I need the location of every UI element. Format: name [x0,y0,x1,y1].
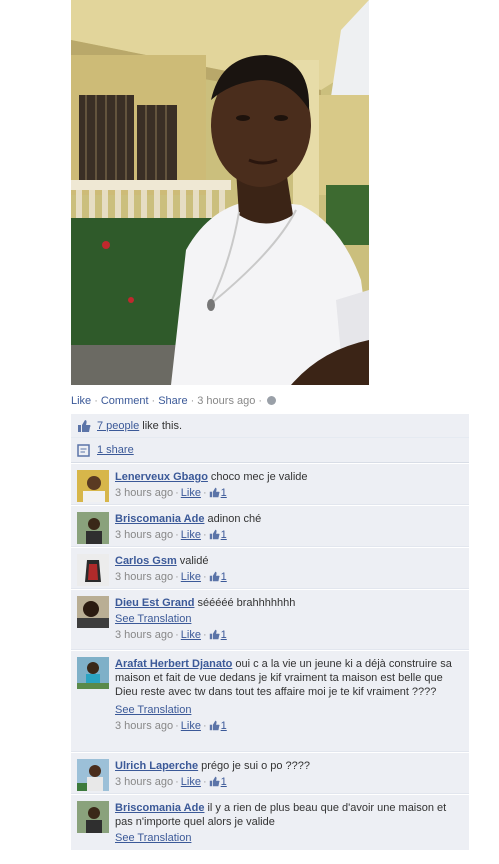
comment-time[interactable]: 3 hours ago [115,487,173,499]
comment-like-count[interactable]: 1 [221,487,227,499]
comment-item: Arafat Herbert Djanato oui c a la vie un … [71,650,469,752]
separator: · [94,395,98,407]
thumbs-up-icon [209,720,220,735]
comment-like-link[interactable]: Like [181,487,201,499]
feedback-box: 7 people like this. 1 share Lenerveux Gb… [71,414,469,850]
comment-meta: 3 hours ago · Like · 1 [115,486,463,502]
comment-like-link[interactable]: Like [181,571,201,583]
separator: · [190,395,195,407]
avatar[interactable] [77,470,109,502]
comment-body: validé [179,555,209,567]
comment-meta: 3 hours ago · Like · 1 [115,528,463,544]
comment-like-count[interactable]: 1 [221,776,227,788]
avatar[interactable] [77,759,109,791]
like-link[interactable]: Like [71,395,91,407]
thumbs-up-icon [77,419,91,433]
thumbs-up-icon [209,571,220,586]
commenter-name[interactable]: Arafat Herbert Djanato [115,658,232,670]
thumbs-up-icon [209,776,220,791]
avatar[interactable] [77,657,109,689]
comment-body: prégo je sui o po ???? [201,760,311,772]
comment-meta: 3 hours ago · Like · 1 [115,775,463,791]
share-icon [77,444,91,457]
comment-like-link[interactable]: Like [181,776,201,788]
see-translation-link[interactable]: See Translation [115,613,191,625]
comment-like-count[interactable]: 1 [221,720,227,732]
separator: · [258,395,263,407]
commenter-name[interactable]: Lenerveux Gbago [115,471,208,483]
commenter-name[interactable]: Ulrich Laperche [115,760,198,772]
commenter-name[interactable]: Briscomania Ade [115,802,204,814]
globe-icon[interactable] [267,396,277,405]
commenter-name[interactable]: Dieu Est Grand [115,597,194,609]
comment-body: adinon ché [207,513,262,525]
post-photo[interactable] [71,0,369,385]
post-timestamp[interactable]: 3 hours ago [197,395,255,407]
comment-time[interactable]: 3 hours ago [115,629,173,641]
comment-like-count[interactable]: 1 [221,571,227,583]
comment-item: Carlos Gsm validé 3 hours ago · Like · 1 [71,547,469,589]
likes-suffix: like this. [139,420,183,432]
comment-item: Lenerveux Gbago choco mec je valide 3 hou… [71,463,469,505]
commenter-name[interactable]: Carlos Gsm [115,555,177,567]
comment-like-link[interactable]: Like [181,720,201,732]
shares-summary: 1 share [71,438,469,463]
avatar[interactable] [77,801,109,833]
shares-link[interactable]: 1 share [97,444,134,456]
comment-body: choco mec je valide [210,471,308,483]
comment-like-count[interactable]: 1 [221,629,227,641]
comment-time[interactable]: 3 hours ago [115,529,173,541]
commenter-name[interactable]: Briscomania Ade [115,513,204,525]
comment-body: sééééé brahhhhhhh [197,597,296,609]
comment-meta: 3 hours ago · Like · 1 [115,628,463,644]
thumbs-up-icon [209,487,220,502]
comment-like-link[interactable]: Like [181,529,201,541]
comment-link[interactable]: Comment [101,395,149,407]
comment-meta: 3 hours ago · Like · 1 [115,570,463,586]
likers-link[interactable]: 7 people [97,420,139,432]
thumbs-up-icon [209,529,220,544]
thumbs-up-icon [209,629,220,644]
comment-item: Ulrich Laperche prégo je sui o po ???? 3 … [71,752,469,794]
comment-item: Dieu Est Grand sééééé brahhhhhhh See Tran… [71,589,469,650]
separator: · [151,395,156,407]
comment-like-link[interactable]: Like [181,629,201,641]
comment-like-count[interactable]: 1 [221,529,227,541]
avatar[interactable] [77,596,109,628]
comment-time[interactable]: 3 hours ago [115,571,173,583]
likes-summary: 7 people like this. [71,414,469,438]
post-actions: Like · Comment · Share · 3 hours ago · [71,395,469,409]
share-link[interactable]: Share [158,395,187,407]
avatar[interactable] [77,554,109,586]
comment-time[interactable]: 3 hours ago [115,720,173,732]
see-translation-link[interactable]: See Translation [115,832,191,844]
comment-item: Briscomania Ade adinon ché 3 hours ago · Li… [71,505,469,547]
comment-item: Briscomania Ade il y a rien de plus beau … [71,794,469,864]
comment-time[interactable]: 3 hours ago [115,776,173,788]
see-translation-link[interactable]: See Translation [115,704,191,716]
avatar[interactable] [77,512,109,544]
comment-meta: 3 hours ago · Like · 1 [115,719,463,735]
